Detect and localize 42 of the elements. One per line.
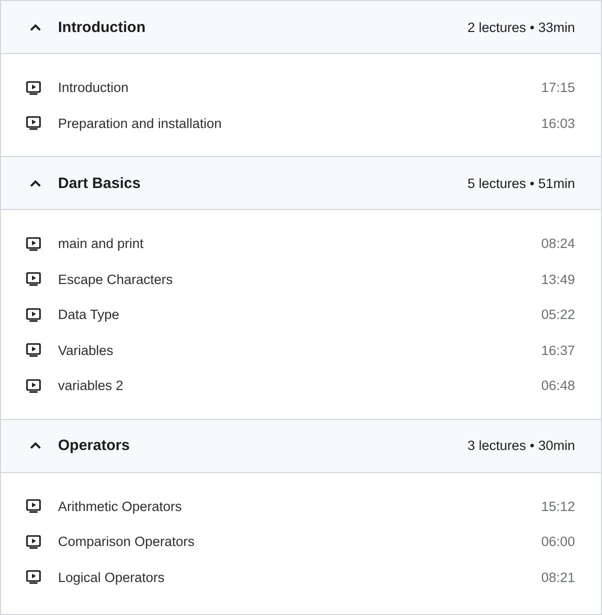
section-header[interactable]: Dart Basics 5 lectures • 51min (1, 156, 601, 210)
lecture-title[interactable]: Data Type (58, 307, 120, 322)
section-summary: 5 lectures • 51min (467, 176, 575, 190)
section-header[interactable]: Introduction 2 lectures • 33min (1, 1, 601, 54)
lecture-duration: 08:24 (541, 236, 575, 252)
video-play-icon (26, 499, 41, 514)
lecture-title[interactable]: Arithmetic Operators (58, 498, 182, 514)
lecture-title[interactable]: Comparison Operators (58, 534, 195, 550)
lecture-duration: 13:49 (541, 272, 575, 287)
lecture-title[interactable]: Variables (58, 342, 114, 358)
lecture-title[interactable]: Introduction (58, 80, 129, 96)
video-play-icon (26, 236, 41, 251)
section-title: Operators (58, 437, 130, 454)
chevron-up-icon (30, 24, 41, 30)
video-play-icon (26, 116, 41, 130)
video-play-icon (26, 308, 41, 322)
video-play-icon (26, 378, 41, 393)
section-header[interactable]: Operators 3 lectures • 30min (1, 418, 601, 472)
video-play-icon (26, 570, 41, 584)
section-summary: 2 lectures • 33min (467, 20, 575, 34)
lecture-duration: 08:21 (541, 570, 575, 585)
lecture-duration: 16:37 (541, 342, 575, 358)
lecture-title[interactable]: main and print (58, 236, 144, 252)
lecture-title[interactable]: Logical Operators (58, 570, 165, 585)
lecture-duration: 06:48 (541, 378, 575, 394)
section-title: Introduction (58, 18, 146, 36)
lecture-title[interactable]: Preparation and installation (58, 116, 222, 131)
video-play-icon (26, 534, 41, 549)
video-play-icon (26, 80, 41, 95)
video-play-icon (26, 272, 41, 286)
lecture-title[interactable]: variables 2 (58, 378, 124, 394)
lecture-duration: 15:12 (541, 498, 575, 514)
chevron-up-icon (30, 180, 41, 186)
chevron-up-icon (30, 442, 41, 449)
section-title: Dart Basics (58, 174, 141, 192)
lecture-duration: 06:00 (541, 534, 575, 550)
lecture-duration: 05:22 (541, 307, 575, 322)
lecture-title[interactable]: Escape Characters (58, 272, 173, 287)
lecture-duration: 16:03 (541, 116, 575, 131)
section-summary: 3 lectures • 30min (467, 438, 575, 453)
lecture-duration: 17:15 (541, 80, 575, 96)
video-play-icon (26, 343, 41, 358)
